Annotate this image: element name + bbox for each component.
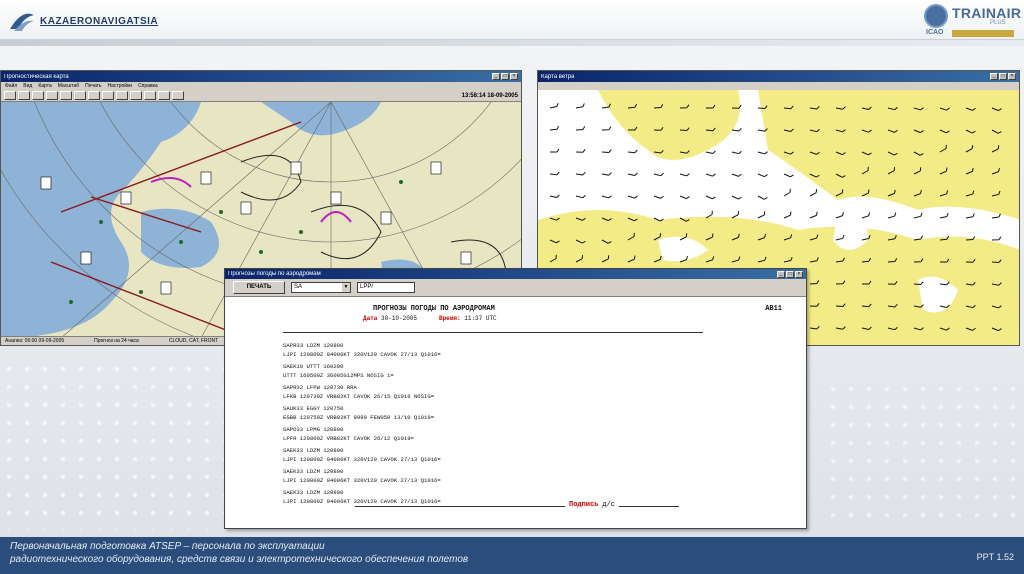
map2-menubar <box>538 82 1019 90</box>
map1-clock: 13:58:14 18-09-2005 <box>461 92 518 99</box>
map1-window-controls: _ □ × <box>492 73 518 80</box>
toolbar-button[interactable] <box>18 91 30 100</box>
decor-dots-left <box>0 360 230 530</box>
metar-message: SAEK33 LDZM 120800 LJPI 120800Z 04006KT … <box>283 447 441 463</box>
menu-view[interactable]: Вид <box>23 83 32 89</box>
page-number: PPT 1.52 <box>976 552 1014 562</box>
report-code: AB11 <box>765 305 782 313</box>
metar-message: SAPO33 LPMG 120800 LPFR 120800Z VRB02KT … <box>283 426 414 442</box>
report-divider <box>283 332 703 333</box>
report-datetime: Дата 30-10-2005 Время: 11:37 UTC <box>283 315 782 322</box>
map1-menubar: Файл Вид Карта Масштаб Печать Настройки … <box>1 82 521 90</box>
time-value: 11:37 UTC <box>464 315 497 322</box>
toolbar-button[interactable] <box>144 91 156 100</box>
menu-help[interactable]: Справка <box>138 83 158 89</box>
minimize-button[interactable]: _ <box>492 73 500 80</box>
toolbar-button[interactable] <box>116 91 128 100</box>
close-button[interactable]: × <box>510 73 518 80</box>
toolbar-button[interactable] <box>130 91 142 100</box>
wing-icon <box>10 13 34 31</box>
type-select[interactable]: SA ▼ <box>291 282 351 293</box>
signature-label: Подпись <box>569 501 599 509</box>
zoom-button[interactable] <box>88 91 100 100</box>
metar-message: SAEK33 LDZM 120800 LJPI 120800Z 04006KT … <box>283 468 441 484</box>
map1-titlebar: Прогностическая карта _ □ × <box>1 71 521 82</box>
footer-caption: Первоначальная подготовка ATSEP – персон… <box>10 540 468 566</box>
toolbar-button[interactable] <box>158 91 170 100</box>
status-layers: CLOUD, CAT, FRONT <box>168 338 219 344</box>
aerodrome-forecast-window: Прогнозы погоды по аэродромам _ □ × ПЕЧА… <box>224 268 807 529</box>
left-logo-text: KAZAERONAVIGATSIA <box>40 15 159 27</box>
header-divider <box>0 40 1024 46</box>
minimize-button[interactable]: _ <box>990 73 998 80</box>
report-heading: ПРОГНОЗЫ ПОГОДЫ ПО АЭРОДРОМАМ <box>373 305 495 313</box>
icao-emblem-icon <box>924 4 948 28</box>
toolbar-button[interactable] <box>60 91 72 100</box>
signature-row: Подпись д/с <box>355 501 680 509</box>
toolbar-button[interactable] <box>74 91 86 100</box>
metar-message: SAEK10 UTTT 160200 UTTT 160500Z 36005G12… <box>283 363 394 379</box>
footer-line-1: Первоначальная подготовка ATSEP – персон… <box>10 541 325 552</box>
map1-toolbar: 13:58:14 18-09-2005 <box>1 90 521 102</box>
trainair-label: TRAINAIR <box>952 5 1022 21</box>
report-window-controls: _ □ × <box>777 270 803 278</box>
status-analysis: Анализ: 06:00 09-09-2005 <box>5 338 65 344</box>
map1-title: Прогностическая карта <box>4 73 69 80</box>
menu-map[interactable]: Карта <box>38 83 51 89</box>
header-bar: KAZAERONAVIGATSIA ICAO TRAINAIR PLUS <box>0 0 1024 40</box>
plus-label: PLUS <box>990 20 1006 26</box>
close-button[interactable]: × <box>795 270 803 278</box>
menu-file[interactable]: Файл <box>5 83 17 89</box>
map2-window-controls: _ □ × <box>990 73 1016 80</box>
report-title: Прогнозы погоды по аэродромам <box>228 271 321 277</box>
status-forecast: Прогноз на 24 часа <box>94 338 139 344</box>
signature-value: д/с <box>602 501 616 509</box>
toolbar-button[interactable] <box>46 91 58 100</box>
toolbar-button[interactable] <box>172 91 184 100</box>
date-value: 30-10-2005 <box>381 315 418 322</box>
menu-scale[interactable]: Масштаб <box>58 83 79 89</box>
signature-line-2 <box>619 506 680 507</box>
print-button[interactable]: ПЕЧАТЬ <box>233 281 285 294</box>
icao-label: ICAO <box>926 29 944 36</box>
date-label: Дата <box>363 315 378 322</box>
menu-print[interactable]: Печать <box>85 83 101 89</box>
report-body: ПРОГНОЗЫ ПОГОДЫ ПО АЭРОДРОМАМ AB11 Дата … <box>225 297 806 506</box>
maximize-button[interactable]: □ <box>999 73 1007 80</box>
maximize-button[interactable]: □ <box>786 270 794 278</box>
kazaeronavigatsia-logo: KAZAERONAVIGATSIA <box>8 6 158 36</box>
toolbar-button[interactable] <box>32 91 44 100</box>
metar-message: SAPR32 LFPW 120730 RRA LFKB 120730Z VRB0… <box>283 384 435 400</box>
footer-line-2: радиотехнического оборудования, средств … <box>10 554 469 565</box>
report-heading-row: ПРОГНОЗЫ ПОГОДЫ ПО АЭРОДРОМАМ AB11 <box>283 305 782 313</box>
time-label: Время: <box>439 315 461 322</box>
report-titlebar: Прогнозы погоды по аэродромам _ □ × <box>225 269 806 279</box>
metar-message: SAUK33 EGGY 120750 EGBB 120750Z VRB02KT … <box>283 405 435 421</box>
map2-title: Карта ветра <box>541 73 575 80</box>
logo-bar <box>952 30 1014 37</box>
maximize-button[interactable]: □ <box>501 73 509 80</box>
menu-settings[interactable]: Настройки <box>108 83 133 89</box>
signature-line <box>355 506 565 507</box>
footer-bar: Первоначальная подготовка ATSEP – персон… <box>0 537 1024 574</box>
close-button[interactable]: × <box>1008 73 1016 80</box>
aerodrome-field[interactable]: LPP/ <box>357 282 415 293</box>
map2-titlebar: Карта ветра _ □ × <box>538 71 1019 82</box>
toolbar-button[interactable] <box>102 91 114 100</box>
decor-dots-right <box>824 380 1024 530</box>
minimize-button[interactable]: _ <box>777 270 785 278</box>
chevron-down-icon[interactable]: ▼ <box>342 283 350 292</box>
toolbar-button[interactable] <box>4 91 16 100</box>
report-toolbar: ПЕЧАТЬ SA ▼ LPP/ <box>225 279 806 297</box>
trainair-logo: ICAO TRAINAIR PLUS <box>924 4 1021 38</box>
type-select-value: SA <box>294 284 303 290</box>
metar-message: SAPR33 LDZM 120800 LJPI 120800Z 04006KT … <box>283 342 441 358</box>
